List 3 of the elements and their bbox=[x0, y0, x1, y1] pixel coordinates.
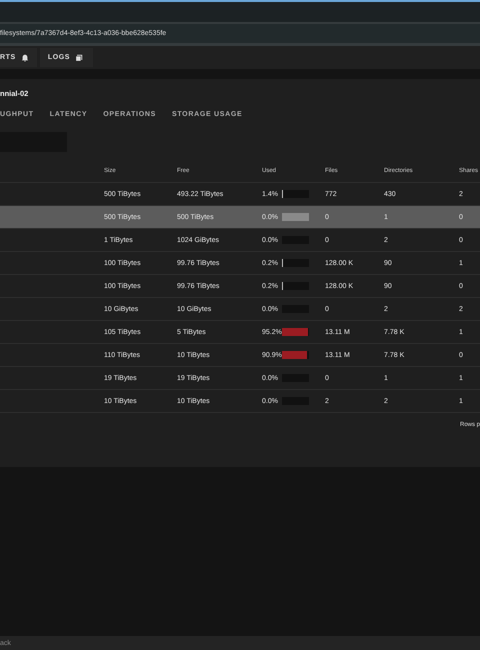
bell-icon bbox=[20, 54, 29, 62]
usage-bar bbox=[282, 213, 309, 221]
log-icon bbox=[75, 54, 84, 62]
